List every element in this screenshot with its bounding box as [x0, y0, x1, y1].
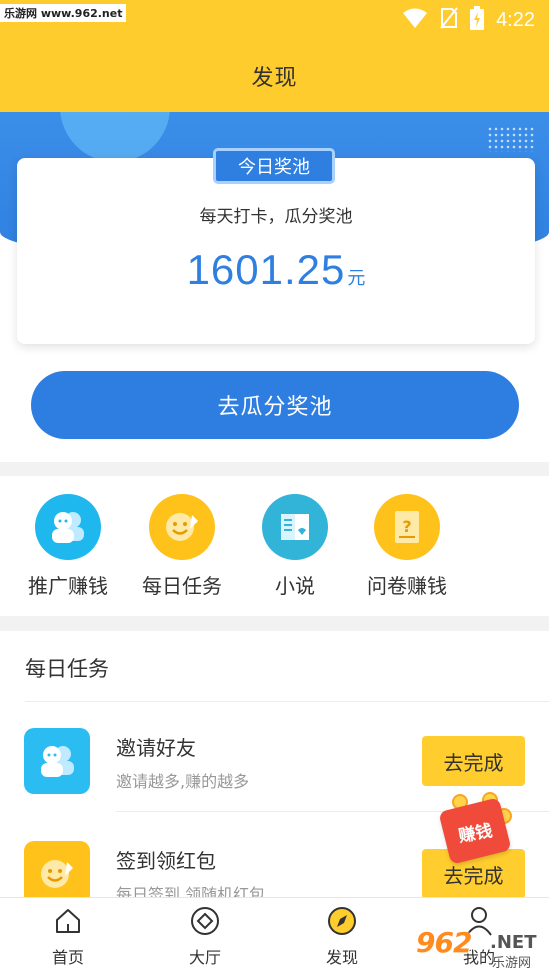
tab-home[interactable]: 首页 [23, 906, 113, 968]
tab-label: 首页 [51, 948, 84, 967]
tab-discover[interactable]: 发现 [297, 906, 387, 968]
feature-label: 问卷赚钱 [367, 574, 447, 598]
feature-promote[interactable]: 推广赚钱 [13, 494, 123, 599]
tab-hall[interactable]: 大厅 [160, 906, 250, 968]
promote-icon [35, 494, 101, 560]
prize-pool-amount: 1601.25 [186, 246, 346, 293]
smile-icon [24, 841, 90, 897]
complete-task-button[interactable]: 去完成 [422, 736, 525, 786]
prize-pool-unit: 元 [347, 268, 366, 289]
task-title: 邀请好友 [116, 736, 196, 760]
feature-shortcuts: 推广赚钱 每日任务 小说 ? 问卷赚钱 [0, 476, 549, 616]
tab-label: 大厅 [188, 948, 221, 967]
task-title: 签到领红包 [116, 849, 216, 873]
battery-charging-icon [470, 6, 485, 34]
home-icon [23, 906, 113, 936]
earn-money-float-button[interactable]: 赚钱 [438, 792, 514, 865]
split-pool-button[interactable]: 去瓜分奖池 [31, 371, 519, 439]
prize-pool-badge: 今日奖池 [213, 148, 335, 184]
book-icon [262, 494, 328, 560]
feature-survey[interactable]: ? 问卷赚钱 [352, 494, 462, 599]
hero-decoration-circle [60, 112, 170, 162]
header: 发现 [0, 40, 549, 112]
task-description: 每日签到 领随机红包 [116, 885, 266, 897]
earn-money-label: 赚钱 [456, 820, 494, 847]
svg-text:?: ? [402, 517, 411, 536]
prize-pool-card: 今日奖池 每天打卡，瓜分奖池 1601.25 元 [17, 148, 535, 344]
feature-label: 每日任务 [142, 574, 222, 598]
task-description: 邀请越多,赚的越多 [116, 772, 250, 791]
red-envelope-icon: 赚钱 [438, 797, 512, 865]
feature-label: 小说 [275, 574, 315, 598]
prize-pool-amount-row: 1601.25 元 [17, 246, 535, 294]
section-title: 每日任务 [25, 657, 109, 681]
watermark-logo: 962 .NET 乐游网 [416, 926, 546, 971]
status-time: 4:22 [496, 8, 535, 31]
watermark-net: .NET [490, 932, 537, 953]
watermark-number: 962 [416, 926, 472, 959]
wifi-icon [402, 7, 428, 33]
prize-pool-subtitle: 每天打卡，瓜分奖池 [199, 207, 353, 227]
invite-icon [24, 728, 90, 794]
watermark-cn: 乐游网 [492, 956, 532, 971]
no-sim-icon [440, 7, 458, 33]
tab-label: 发现 [325, 948, 358, 967]
hero-section: 今日奖池 每天打卡，瓜分奖池 1601.25 元 去瓜分奖池 [0, 112, 549, 462]
status-icons: 4:22 [402, 6, 535, 34]
feature-label: 推广赚钱 [28, 574, 108, 598]
hall-icon [160, 906, 250, 936]
page-title: 发现 [251, 66, 298, 91]
smile-icon [149, 494, 215, 560]
compass-icon [297, 906, 387, 936]
watermark-label: 乐游网 www.962.net [0, 4, 127, 22]
survey-icon: ? [374, 494, 440, 560]
status-bar: 乐游网 www.962.net 4:22 [0, 0, 549, 40]
feature-novel[interactable]: 小说 [240, 494, 350, 599]
feature-daily-task[interactable]: 每日任务 [127, 494, 237, 599]
hero-decoration-dots [487, 126, 535, 152]
